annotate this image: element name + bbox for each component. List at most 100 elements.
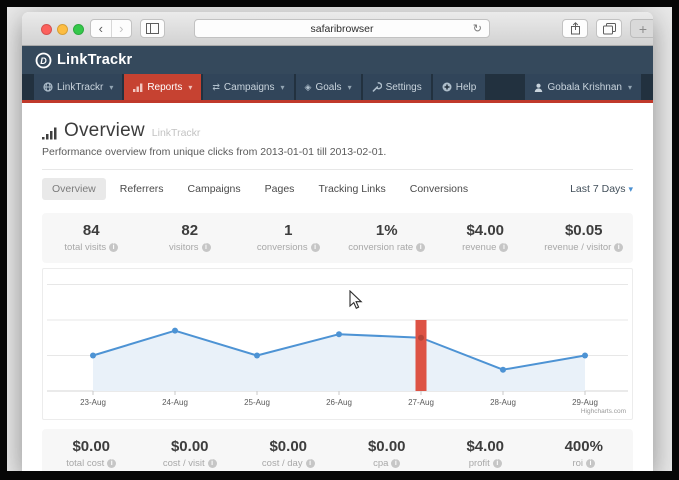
info-icon[interactable]: i — [107, 459, 116, 468]
info-icon[interactable]: i — [416, 243, 425, 252]
x-axis-label: 27-Aug — [408, 398, 434, 407]
stat-value: $0.00 — [42, 438, 141, 455]
stat-revenue: $4.00 revenuei — [436, 222, 535, 253]
chart-credits: Highcharts.com — [581, 408, 626, 415]
linktrackr-logo-icon: D — [35, 52, 52, 69]
overview-chart-svg[interactable]: 23-Aug24-Aug25-Aug26-Aug27-Aug28-Aug29-A… — [43, 269, 632, 417]
share-icon — [570, 22, 581, 35]
nav-label: Help — [456, 82, 477, 93]
page-header: Overview LinkTrackr Performance overview… — [22, 103, 653, 170]
app-header: D LinkTrackr — [22, 46, 653, 74]
stat-value: 84 — [42, 222, 141, 239]
x-axis-label: 25-Aug — [244, 398, 270, 407]
visits-area — [93, 331, 585, 391]
x-axis-label: 28-Aug — [490, 398, 516, 407]
browser-titlebar: ‹ › safaribrowser ↻ — [22, 12, 653, 46]
conversions-bar — [416, 320, 427, 391]
visits-point — [172, 328, 178, 334]
info-icon[interactable]: i — [306, 459, 315, 468]
overview-chart[interactable]: 23-Aug24-Aug25-Aug26-Aug27-Aug28-Aug29-A… — [42, 268, 633, 420]
stat-revenue-per-visitor: $0.05 revenue / visitori — [535, 222, 634, 253]
visits-point — [582, 353, 588, 359]
tab-referrers[interactable]: Referrers — [110, 178, 174, 200]
back-button[interactable]: ‹ — [91, 20, 111, 37]
x-axis-label: 24-Aug — [162, 398, 188, 407]
stat-profit: $4.00 profiti — [436, 438, 535, 469]
nav-item-campaigns[interactable]: ⇄ Campaigns ▾ — [203, 74, 293, 100]
info-icon[interactable]: i — [493, 459, 502, 468]
close-window-button[interactable] — [41, 24, 52, 35]
stat-value: $0.00 — [239, 438, 338, 455]
info-icon[interactable]: i — [311, 243, 320, 252]
tab-pages[interactable]: Pages — [255, 178, 305, 200]
new-tab-button[interactable]: + — [630, 19, 653, 38]
nav-label: Campaigns — [224, 82, 275, 93]
stat-label: total cost — [66, 458, 104, 469]
bar-chart-icon — [133, 83, 143, 92]
nav-item-help[interactable]: Help — [433, 74, 486, 100]
stat-value: $0.05 — [535, 222, 634, 239]
stat-value: $0.00 — [141, 438, 240, 455]
sidebar-button[interactable] — [140, 19, 165, 38]
main-nav: LinkTrackr ▾ Reports ▾ ⇄ Campaigns ▾ ◈ G… — [22, 74, 653, 100]
date-range-selector[interactable]: Last 7 Days ▾ — [570, 183, 633, 195]
address-bar-text: safaribrowser — [310, 23, 373, 35]
nav-item-settings[interactable]: Settings — [363, 74, 431, 100]
share-button[interactable] — [562, 19, 588, 38]
page-subtitle: Performance overview from unique clicks … — [42, 146, 633, 158]
chevron-down-icon: ▾ — [188, 83, 192, 92]
tab-tracking-links[interactable]: Tracking Links — [308, 178, 395, 200]
stat-label: visitors — [169, 242, 199, 253]
nav-item-goals[interactable]: ◈ Goals ▾ — [296, 74, 361, 100]
user-icon — [534, 83, 543, 92]
tab-conversions[interactable]: Conversions — [400, 178, 478, 200]
stat-label: revenue / visitor — [544, 242, 611, 253]
stat-cost-per-day: $0.00 cost / dayi — [239, 438, 338, 469]
stat-roi: 400% roii — [535, 438, 634, 469]
nav-label: Settings — [386, 82, 422, 93]
address-bar[interactable]: safaribrowser ↻ — [194, 19, 490, 38]
tab-campaigns[interactable]: Campaigns — [178, 178, 251, 200]
nav-label: Reports — [147, 82, 182, 93]
visits-point — [254, 353, 260, 359]
forward-button[interactable]: › — [111, 20, 132, 37]
minimize-window-button[interactable] — [57, 24, 68, 35]
x-axis-label: 23-Aug — [80, 398, 106, 407]
info-icon[interactable]: i — [202, 243, 211, 252]
shuffle-icon: ⇄ — [212, 82, 220, 93]
date-range-label: Last 7 Days — [570, 183, 625, 195]
info-icon[interactable]: i — [109, 243, 118, 252]
user-name: Gobala Krishnan — [547, 82, 622, 93]
page-content: Overview LinkTrackr Performance overview… — [22, 103, 653, 471]
info-icon[interactable]: i — [499, 243, 508, 252]
stat-label: roi — [572, 458, 583, 469]
show-tabs-button[interactable] — [596, 19, 622, 38]
tab-overview[interactable]: Overview — [42, 178, 106, 200]
browser-window: ‹ › safaribrowser ↻ — [22, 12, 653, 471]
stat-conversions: 1 conversionsi — [239, 222, 338, 253]
info-icon[interactable]: i — [614, 243, 623, 252]
stat-total-cost: $0.00 total costi — [42, 438, 141, 469]
visits-point — [500, 367, 506, 373]
info-icon[interactable]: i — [586, 459, 595, 468]
zoom-window-button[interactable] — [73, 24, 84, 35]
info-icon[interactable]: i — [208, 459, 217, 468]
info-icon[interactable]: i — [391, 459, 400, 468]
plus-circle-icon — [442, 82, 452, 92]
visits-point-overlay — [418, 335, 424, 341]
kpi-strip-bottom: $0.00 total costi $0.00 cost / visiti $0… — [42, 429, 633, 471]
nav-item-linktrackr[interactable]: LinkTrackr ▾ — [34, 74, 122, 100]
stat-label: cost / day — [262, 458, 303, 469]
stat-cost-per-visit: $0.00 cost / visiti — [141, 438, 240, 469]
wrench-icon — [372, 82, 382, 92]
stat-total-visits: 84 total visitsi — [42, 222, 141, 253]
x-axis-label: 26-Aug — [326, 398, 352, 407]
chevron-down-icon: ▾ — [628, 184, 633, 194]
nav-item-reports[interactable]: Reports ▾ — [124, 74, 201, 100]
desktop-background: ‹ › safaribrowser ↻ — [7, 7, 672, 471]
stat-value: $4.00 — [436, 222, 535, 239]
user-menu[interactable]: Gobala Krishnan ▾ — [525, 74, 641, 100]
chevron-down-icon: ▾ — [348, 83, 352, 92]
reload-icon[interactable]: ↻ — [473, 22, 482, 35]
window-controls — [41, 24, 84, 35]
